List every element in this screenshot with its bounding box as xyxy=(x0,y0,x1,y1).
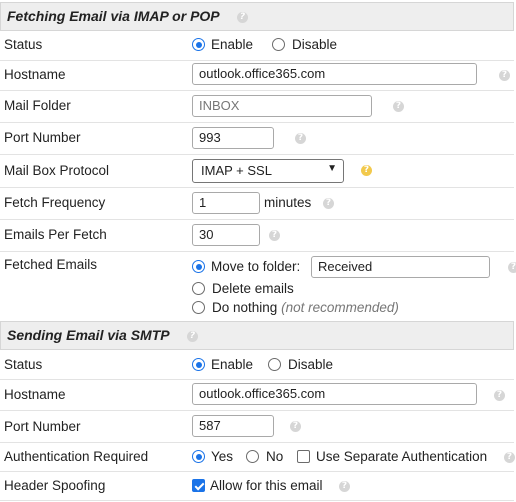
smtp-auth-row: Authentication Required Yes No Use Separ… xyxy=(0,443,515,472)
imap-port-input[interactable]: 993 xyxy=(192,127,274,149)
fetched-delete-radio[interactable] xyxy=(192,282,205,295)
imap-hostname-input[interactable]: outlook.office365.com xyxy=(192,63,477,85)
fetched-nothing-label[interactable]: Do nothing (not recommended) xyxy=(212,300,399,315)
smtp-spoofing-allow-label[interactable]: Allow for this email xyxy=(210,478,323,493)
help-icon[interactable]: ? xyxy=(323,198,334,209)
smtp-port-row: Port Number 587 ? xyxy=(0,411,514,443)
fetched-nothing-radio[interactable] xyxy=(192,301,205,314)
smtp-section-header: Sending Email via SMTP ? xyxy=(0,321,514,350)
smtp-separate-auth-label[interactable]: Use Separate Authentication xyxy=(316,449,487,464)
help-icon[interactable]: ? xyxy=(187,331,198,342)
imap-mail-folder-label: Mail Folder xyxy=(4,98,71,113)
chevron-down-icon: ▼ xyxy=(327,163,337,174)
email-settings-form: Fetching Email via IMAP or POP ? Status … xyxy=(0,0,516,502)
fetched-nothing-text: Do nothing xyxy=(212,300,278,315)
help-icon[interactable]: ? xyxy=(290,421,301,432)
imap-frequency-unit: minutes xyxy=(264,195,312,210)
smtp-spoofing-checkbox[interactable] xyxy=(192,479,205,492)
imap-fetched-row: Fetched Emails Move to folder: Received … xyxy=(0,252,516,320)
help-icon[interactable]: ? xyxy=(295,133,306,144)
smtp-status-enable-radio[interactable] xyxy=(192,358,205,371)
smtp-separate-auth-checkbox[interactable] xyxy=(297,450,310,463)
imap-status-label: Status xyxy=(4,37,43,52)
smtp-status-disable-label[interactable]: Disable xyxy=(288,357,333,372)
imap-hostname-row: Hostname outlook.office365.com ? xyxy=(0,61,514,91)
smtp-port-input[interactable]: 587 xyxy=(192,415,274,437)
imap-status-row: Status Enable Disable xyxy=(0,31,514,61)
imap-status-enable-radio[interactable] xyxy=(192,38,205,51)
imap-frequency-input[interactable]: 1 xyxy=(192,192,260,214)
fetched-nothing-note: (not recommended) xyxy=(281,300,399,315)
fetched-delete-label[interactable]: Delete emails xyxy=(212,281,294,296)
imap-port-label: Port Number xyxy=(4,130,81,145)
smtp-status-enable-label[interactable]: Enable xyxy=(211,357,253,372)
imap-per-fetch-input[interactable]: 30 xyxy=(192,224,260,246)
smtp-hostname-input[interactable]: outlook.office365.com xyxy=(192,383,477,405)
smtp-status-label: Status xyxy=(4,357,43,372)
fetched-move-label[interactable]: Move to folder: xyxy=(211,259,300,274)
imap-per-fetch-label: Emails Per Fetch xyxy=(4,227,107,242)
imap-protocol-selected: IMAP + SSL xyxy=(201,163,272,178)
fetched-move-radio[interactable] xyxy=(192,260,205,273)
smtp-section-title: Sending Email via SMTP xyxy=(7,327,170,343)
smtp-spoofing-row: Header Spoofing Allow for this email ? xyxy=(0,472,514,501)
imap-fetched-label: Fetched Emails xyxy=(4,257,98,272)
imap-protocol-select[interactable]: IMAP + SSL ▼ xyxy=(192,159,344,183)
fetched-move-folder-input[interactable]: Received xyxy=(311,256,490,278)
imap-protocol-label: Mail Box Protocol xyxy=(4,163,110,178)
smtp-auth-yes-radio[interactable] xyxy=(192,450,205,463)
smtp-auth-no-label[interactable]: No xyxy=(266,449,283,464)
smtp-port-label: Port Number xyxy=(4,419,81,434)
help-icon[interactable]: ? xyxy=(504,452,515,463)
imap-status-enable-label[interactable]: Enable xyxy=(211,37,253,52)
help-icon[interactable]: ? xyxy=(494,390,505,401)
imap-hostname-label: Hostname xyxy=(4,67,66,82)
imap-status-disable-label[interactable]: Disable xyxy=(292,37,337,52)
help-icon[interactable]: ? xyxy=(361,165,372,176)
imap-mail-folder-input[interactable]: INBOX xyxy=(192,95,372,117)
smtp-auth-label: Authentication Required xyxy=(4,449,149,464)
help-icon[interactable]: ? xyxy=(339,481,350,492)
smtp-auth-yes-label[interactable]: Yes xyxy=(211,449,233,464)
smtp-hostname-row: Hostname outlook.office365.com ? xyxy=(0,380,514,411)
imap-mail-folder-row: Mail Folder INBOX ? xyxy=(0,91,514,123)
imap-port-row: Port Number 993 ? xyxy=(0,123,514,155)
help-icon[interactable]: ? xyxy=(237,12,248,23)
smtp-status-disable-radio[interactable] xyxy=(268,358,281,371)
imap-status-disable-radio[interactable] xyxy=(272,38,285,51)
smtp-hostname-label: Hostname xyxy=(4,387,66,402)
imap-protocol-row: Mail Box Protocol IMAP + SSL ▼ ? xyxy=(0,155,514,188)
smtp-auth-no-radio[interactable] xyxy=(246,450,259,463)
help-icon[interactable]: ? xyxy=(508,262,516,273)
imap-per-fetch-row: Emails Per Fetch 30 ? xyxy=(0,220,514,252)
smtp-spoofing-label: Header Spoofing xyxy=(4,478,106,493)
smtp-status-row: Status Enable Disable xyxy=(0,351,514,380)
help-icon[interactable]: ? xyxy=(269,230,280,241)
help-icon[interactable]: ? xyxy=(499,70,510,81)
imap-frequency-row: Fetch Frequency 1 minutes ? xyxy=(0,188,514,220)
imap-section-title: Fetching Email via IMAP or POP xyxy=(7,8,220,24)
imap-section-header: Fetching Email via IMAP or POP ? xyxy=(0,2,514,31)
imap-frequency-label: Fetch Frequency xyxy=(4,195,106,210)
help-icon[interactable]: ? xyxy=(393,101,404,112)
